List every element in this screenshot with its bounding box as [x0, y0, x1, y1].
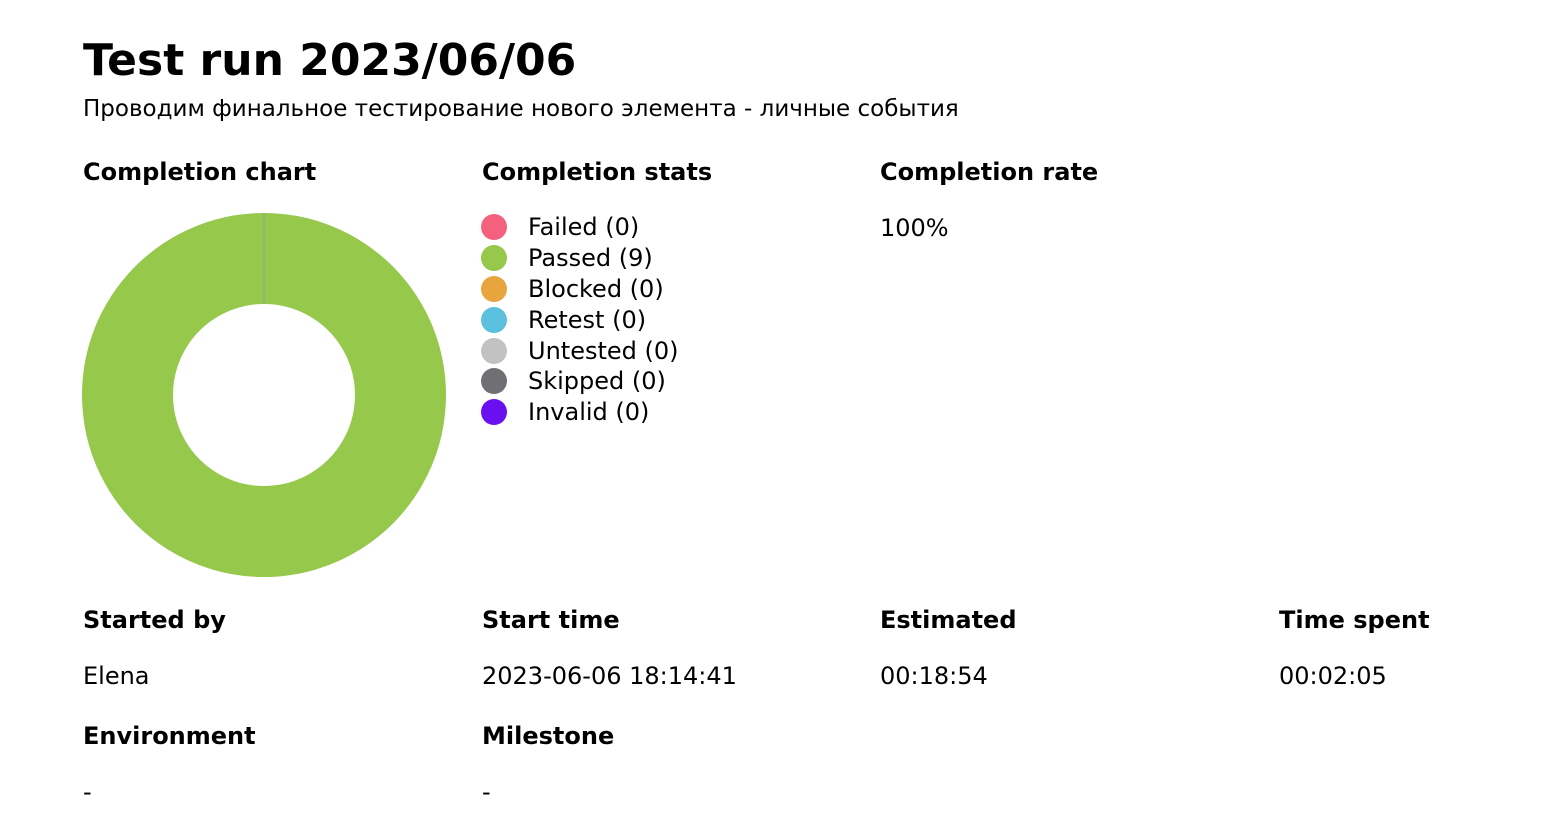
time-spent-value: 00:02:05	[1279, 662, 1387, 690]
legend-item-retest: Retest (0)	[481, 304, 679, 335]
legend-label-untested: Untested (0)	[528, 336, 679, 365]
legend-item-failed: Failed (0)	[481, 212, 679, 243]
started-by-value: Elena	[83, 662, 150, 690]
completion-stats-legend: Failed (0) Passed (9) Blocked (0) Retest…	[481, 212, 679, 428]
invalid-dot-icon	[481, 399, 507, 426]
environment-label: Environment	[83, 722, 256, 750]
legend-item-blocked: Blocked (0)	[481, 274, 679, 305]
legend-label-blocked: Blocked (0)	[528, 274, 664, 303]
completion-rate-value: 100%	[880, 214, 949, 242]
time-spent-label: Time spent	[1279, 606, 1430, 634]
completion-chart-heading: Completion chart	[83, 158, 317, 186]
completion-stats-heading: Completion stats	[482, 158, 713, 186]
legend-label-failed: Failed (0)	[528, 213, 640, 242]
estimated-value: 00:18:54	[880, 662, 988, 690]
completion-donut-chart	[82, 213, 446, 577]
milestone-value: -	[482, 778, 491, 806]
legend-item-passed: Passed (9)	[481, 243, 679, 274]
legend-item-invalid: Invalid (0)	[481, 397, 679, 428]
untested-dot-icon	[481, 337, 507, 364]
started-by-label: Started by	[83, 606, 226, 634]
passed-dot-icon	[481, 245, 507, 272]
legend-item-skipped: Skipped (0)	[481, 366, 679, 397]
page-description: Проводим финальное тестирование нового э…	[83, 96, 959, 122]
page-title: Test run 2023/06/06	[83, 35, 577, 86]
retest-dot-icon	[481, 306, 507, 333]
start-time-value: 2023-06-06 18:14:41	[482, 662, 737, 690]
legend-label-retest: Retest (0)	[528, 305, 647, 334]
failed-dot-icon	[481, 214, 507, 241]
legend-label-skipped: Skipped (0)	[528, 367, 666, 396]
completion-rate-heading: Completion rate	[880, 158, 1099, 186]
start-time-label: Start time	[482, 606, 620, 634]
legend-label-invalid: Invalid (0)	[528, 398, 650, 427]
milestone-label: Milestone	[482, 722, 615, 750]
blocked-dot-icon	[481, 275, 507, 302]
skipped-dot-icon	[481, 368, 507, 395]
environment-value: -	[83, 778, 92, 806]
estimated-label: Estimated	[880, 606, 1017, 634]
legend-item-untested: Untested (0)	[481, 335, 679, 366]
legend-label-passed: Passed (9)	[528, 244, 653, 273]
